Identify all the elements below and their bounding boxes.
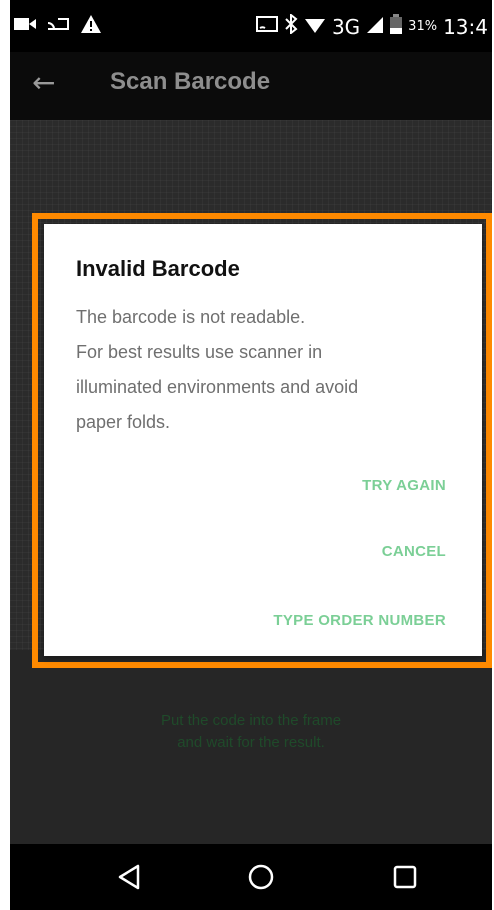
- clock: 13:4: [443, 14, 488, 39]
- nav-home-icon[interactable]: [246, 862, 276, 892]
- network-type-label: 3G: [331, 14, 361, 39]
- dialog-message-line: The barcode is not readable.: [76, 307, 306, 327]
- navigation-bar: [10, 844, 492, 910]
- cast-icon: [46, 15, 70, 37]
- scan-hint-line-2: and wait for the result.: [177, 734, 325, 751]
- dialog-title: Invalid Barcode: [76, 256, 240, 281]
- nav-recents-icon[interactable]: [390, 862, 420, 892]
- try-again-button[interactable]: TRY AGAIN: [362, 477, 446, 494]
- scan-hint-line-1: Put the code into the frame: [160, 712, 342, 729]
- status-bar: 3G 31% 13:4: [10, 0, 492, 52]
- nav-back-icon[interactable]: [114, 862, 144, 892]
- dialog-message-line: illuminated environments and avoid: [76, 377, 359, 397]
- cancel-button[interactable]: CANCEL: [382, 543, 446, 560]
- invalid-barcode-dialog: Invalid Barcode The barcode is not reada…: [44, 224, 482, 656]
- dialog-message-line: paper folds.: [76, 412, 171, 432]
- type-order-number-button[interactable]: TYPE ORDER NUMBER: [273, 612, 446, 629]
- page-title: Scan Barcode: [110, 68, 271, 95]
- app-bar: ← Scan Barcode: [10, 52, 492, 120]
- video-icon: [14, 16, 36, 36]
- dialog-message: The barcode is not readable. For best re…: [76, 300, 460, 440]
- back-arrow-icon[interactable]: ←: [32, 66, 55, 99]
- battery-icon: [390, 14, 403, 39]
- screen-mirror-icon: [255, 15, 278, 39]
- bluetooth-icon: [284, 12, 298, 39]
- signal-icon: [366, 15, 384, 39]
- scan-hint: Put the code into the frame and wait for…: [10, 710, 492, 754]
- battery-percent: 31%: [408, 19, 438, 34]
- wifi-icon: [304, 15, 326, 39]
- warning-icon: [80, 14, 102, 38]
- dialog-message-line: For best results use scanner in: [76, 342, 323, 362]
